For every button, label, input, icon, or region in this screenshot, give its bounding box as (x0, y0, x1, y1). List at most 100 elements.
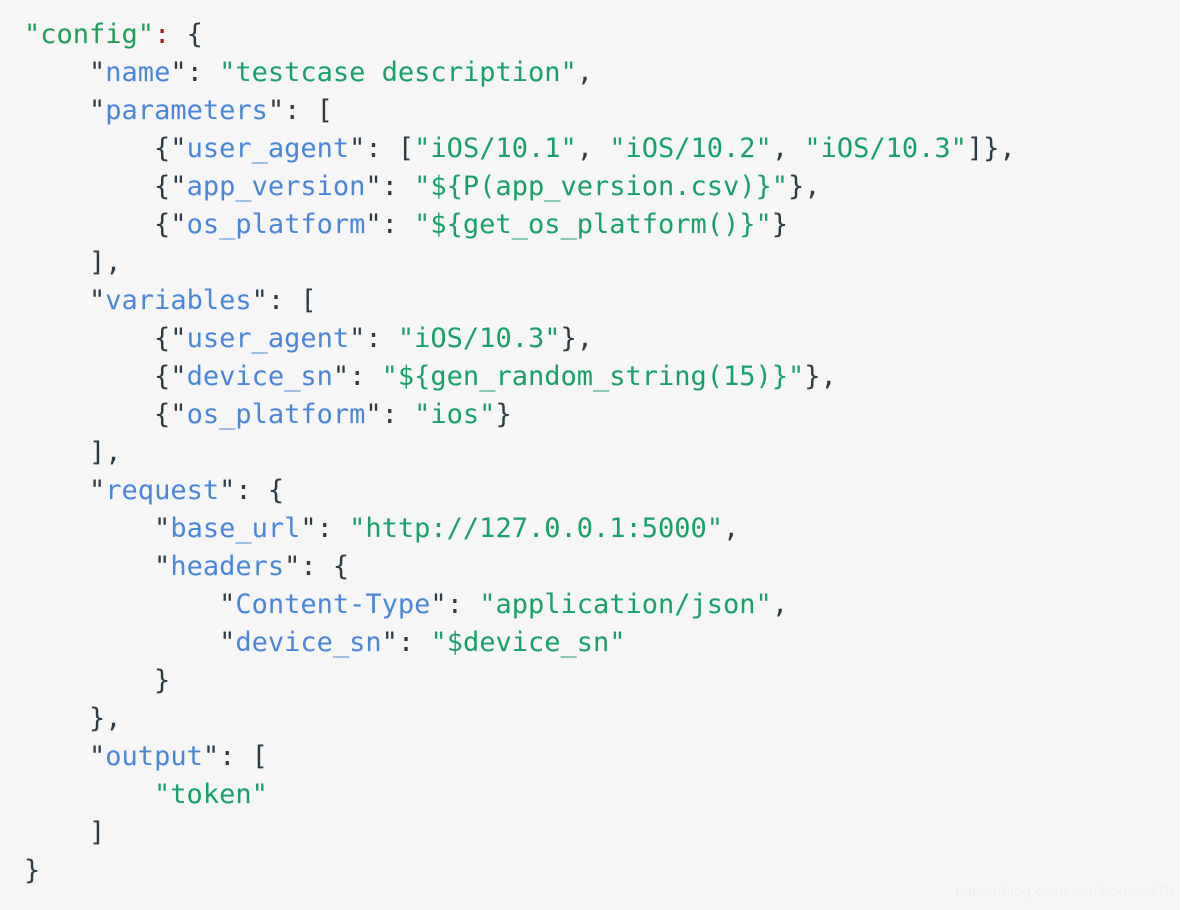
code-token: "iOS/10.1" (414, 133, 577, 164)
code-token: os_platform (186, 399, 366, 430)
code-line: "Content-Type": "application/json", (24, 586, 1180, 624)
code-token: : (381, 171, 415, 202)
code-token: base_url (170, 513, 301, 544)
code-token: " (251, 285, 268, 316)
code-line: {"device_sn": "${gen_random_string(15)}"… (24, 358, 1180, 396)
code-line: "request": { (24, 472, 1180, 510)
code-block: "config": { "name": "testcase descriptio… (0, 0, 1180, 910)
code-token: " (430, 589, 447, 620)
code-token: " (349, 323, 366, 354)
code-token: " (89, 285, 106, 316)
code-token: : (365, 323, 398, 354)
code-token: }, (89, 703, 122, 734)
code-token: "application/json" (479, 589, 772, 620)
code-token: }, (804, 361, 837, 392)
code-line: "output": [ (24, 738, 1180, 776)
code-token: " (365, 399, 382, 430)
code-token: " (219, 475, 236, 506)
code-line: "base_url": "http://127.0.0.1:5000", (24, 510, 1180, 548)
code-token: " (365, 209, 382, 240)
code-token: os_platform (186, 209, 366, 240)
code-token: " (154, 551, 171, 582)
code-token: "config" (24, 19, 155, 50)
code-token: } (154, 665, 171, 696)
code-token: : (186, 57, 220, 88)
code-token: : (316, 513, 350, 544)
code-token: {" (154, 361, 187, 392)
code-token: device_sn (186, 361, 333, 392)
code-token: output (105, 741, 203, 772)
code-line: "device_sn": "$device_sn" (24, 624, 1180, 662)
code-line: } (24, 662, 1180, 700)
code-token: : (446, 589, 480, 620)
code-token: , (723, 513, 740, 544)
code-content[interactable]: "config": { "name": "testcase descriptio… (24, 16, 1180, 890)
code-token: {" (154, 323, 187, 354)
code-token: " (154, 513, 171, 544)
code-token: {" (154, 171, 187, 202)
code-token: " (267, 95, 285, 126)
code-line: {"user_agent": "iOS/10.3"}, (24, 320, 1180, 358)
watermark: https://blog.csdn.net/luoman876 (955, 883, 1174, 900)
code-line: {"os_platform": "ios"} (24, 396, 1180, 434)
code-token: name (105, 57, 171, 88)
code-token: } (495, 399, 512, 430)
code-line: ], (24, 244, 1180, 282)
code-token: "iOS/10.3" (397, 323, 561, 354)
code-token: { (170, 19, 203, 50)
code-token: " (89, 57, 106, 88)
code-token: " (89, 741, 106, 772)
code-token: : (349, 361, 382, 392)
code-line: "name": "testcase description", (24, 54, 1180, 92)
code-token: " (89, 95, 106, 126)
code-token: " (219, 627, 236, 658)
code-token: variables (105, 285, 252, 316)
code-token: device_sn (235, 627, 382, 658)
code-line: {"os_platform": "${get_os_platform()}"} (24, 206, 1180, 244)
code-token: "${gen_random_string(15)}" (381, 361, 805, 392)
code-token: , (771, 133, 805, 164)
code-token: "token" (154, 779, 268, 810)
code-token: : [ (365, 133, 415, 164)
code-token: : (381, 209, 415, 240)
code-token: , (576, 57, 593, 88)
code-token: ], (89, 437, 122, 468)
code-token: Content-Type (235, 589, 431, 620)
code-token: , (576, 133, 610, 164)
code-token: {" (154, 399, 187, 430)
code-token: : (381, 399, 415, 430)
code-token: ] (89, 817, 106, 848)
code-token: " (381, 627, 398, 658)
code-line: "parameters": [ (24, 92, 1180, 130)
code-token: " (170, 57, 187, 88)
code-line: "variables": [ (24, 282, 1180, 320)
code-line: "config": { (24, 16, 1180, 54)
code-token: : (397, 627, 431, 658)
code-token: " (365, 171, 382, 202)
code-token: : { (235, 475, 285, 506)
code-line: {"app_version": "${P(app_version.csv)}"}… (24, 168, 1180, 206)
code-token: " (284, 551, 301, 582)
code-token: " (89, 475, 106, 506)
code-token: " (202, 741, 220, 772)
code-token: "http://127.0.0.1:5000" (349, 513, 724, 544)
code-token: user_agent (186, 133, 350, 164)
code-token: : [ (219, 741, 268, 772)
code-token: request (105, 475, 220, 506)
code-line: ], (24, 434, 1180, 472)
code-token: "iOS/10.3" (804, 133, 967, 164)
